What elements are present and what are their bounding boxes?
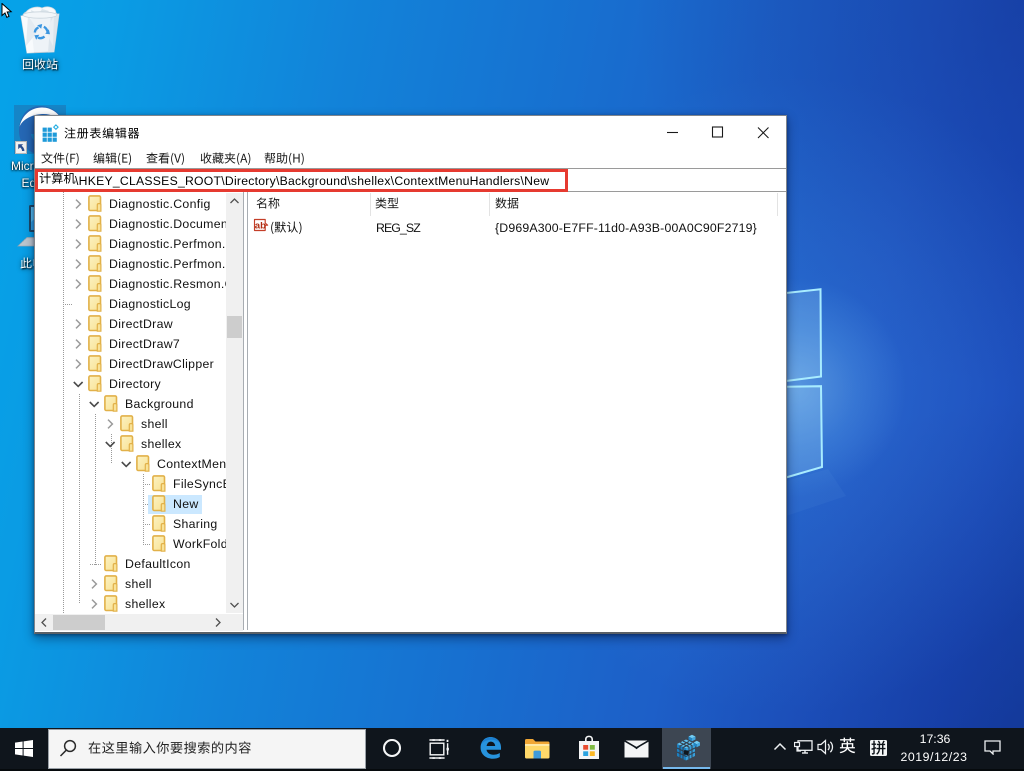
svg-text:ab: ab: [255, 220, 266, 231]
